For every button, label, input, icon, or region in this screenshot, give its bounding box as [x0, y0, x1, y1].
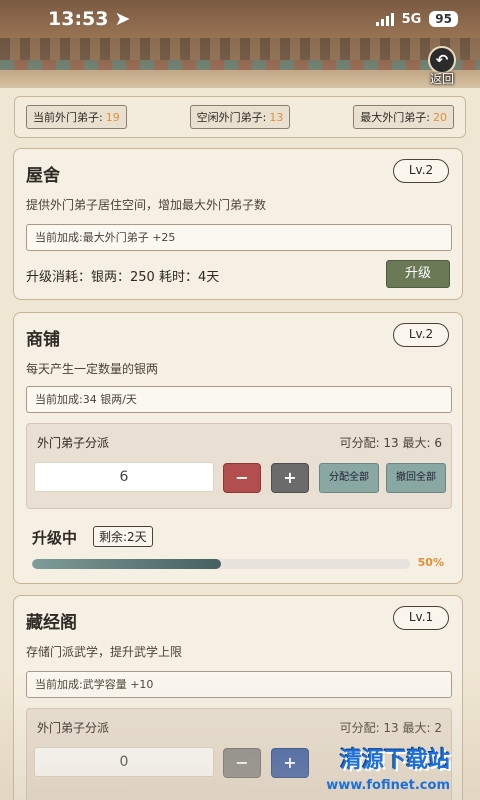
increase-button[interactable]: +: [271, 748, 309, 778]
upgrade-progress-bar: [32, 559, 410, 569]
status-icons: 5G 95: [375, 11, 458, 27]
level-badge: Lv.2: [393, 159, 449, 183]
current-bonus: 当前加成:最大外门弟子 +25: [26, 224, 452, 251]
roof-eave-decoration: [0, 60, 480, 70]
stat-value: 13: [269, 111, 284, 124]
building-card-shop: 商铺 Lv.2 每天产生一定数量的银两 当前加成:34 银两/天 外门弟子分派 …: [13, 312, 463, 584]
level-badge: Lv.2: [393, 323, 449, 347]
stat-idle-disciples: 空闲外门弟子: 13: [189, 105, 291, 129]
decrease-button[interactable]: −: [223, 463, 261, 493]
roof-decoration: [0, 38, 480, 60]
header-banner: 13:53 ➤ 5G 95 ↶ 返回: [0, 0, 480, 88]
watermark-url: www.fofinet.com: [326, 778, 450, 793]
status-bar: 13:53 ➤ 5G 95: [0, 0, 480, 38]
assign-title: 外门弟子分派: [37, 436, 110, 450]
upgrade-button[interactable]: 升级: [386, 260, 450, 288]
decrease-button[interactable]: −: [223, 748, 261, 778]
disciple-stats-bar: 当前外门弟子: 19 空闲外门弟子: 13 最大外门弟子: 20: [14, 96, 466, 138]
network-type: 5G: [401, 11, 422, 27]
building-title: 屋舍: [26, 166, 60, 186]
level-badge: Lv.1: [393, 606, 449, 630]
assign-count-input[interactable]: 0: [34, 747, 214, 777]
stat-max-disciples: 最大外门弟子: 20: [353, 105, 454, 129]
progress-percent: 50%: [417, 556, 444, 569]
building-description: 存储门派武学，提升武学上限: [26, 645, 183, 659]
recall-all-button[interactable]: 撤回全部: [386, 463, 446, 493]
assign-availability: 可分配: 13 最大: 2: [339, 721, 442, 735]
location-arrow-icon: ➤: [114, 8, 131, 30]
remaining-time-badge: 剩余:2天: [93, 526, 153, 547]
disciple-assign-panel: 外门弟子分派 可分配: 13 最大: 6 6 − + 分配全部 撤回全部: [26, 423, 452, 509]
stat-current-disciples: 当前外门弟子: 19: [26, 105, 127, 129]
status-time-text: 13:53: [48, 8, 109, 30]
stat-label: 最大外门弟子:: [360, 111, 430, 124]
building-title: 商铺: [26, 330, 60, 350]
increase-button[interactable]: +: [271, 463, 309, 493]
upgrade-cost: 升级消耗：银两：250 耗时：4天: [26, 270, 220, 285]
upgrading-label: 升级中: [32, 529, 78, 547]
stat-label: 空闲外门弟子:: [196, 111, 267, 124]
building-description: 提供外门弟子居住空间，增加最大外门弟子数: [26, 198, 267, 212]
signal-icon: [375, 12, 394, 26]
building-title: 藏经阁: [26, 613, 77, 633]
assign-all-button[interactable]: 分配全部: [319, 463, 379, 493]
status-time: 13:53 ➤: [48, 8, 130, 30]
stat-value: 19: [105, 111, 120, 124]
watermark-logo: 清源下载站: [339, 747, 450, 773]
battery-icon: 95: [429, 11, 458, 27]
building-card-house: 屋舍 Lv.2 提供外门弟子居住空间，增加最大外门弟子数 当前加成:最大外门弟子…: [13, 148, 463, 300]
current-bonus: 当前加成:武学容量 +10: [26, 671, 452, 698]
upgrade-progress-fill: [32, 559, 221, 569]
stat-value: 20: [433, 111, 447, 124]
stat-label: 当前外门弟子:: [33, 111, 103, 124]
assign-title: 外门弟子分派: [37, 721, 110, 735]
current-bonus: 当前加成:34 银两/天: [26, 386, 452, 413]
back-button[interactable]: ↶ 返回: [418, 46, 466, 86]
assign-count-input[interactable]: 6: [34, 462, 214, 492]
back-label: 返回: [429, 72, 454, 86]
building-description: 每天产生一定数量的银两: [26, 362, 159, 376]
assign-availability: 可分配: 13 最大: 6: [339, 436, 442, 450]
